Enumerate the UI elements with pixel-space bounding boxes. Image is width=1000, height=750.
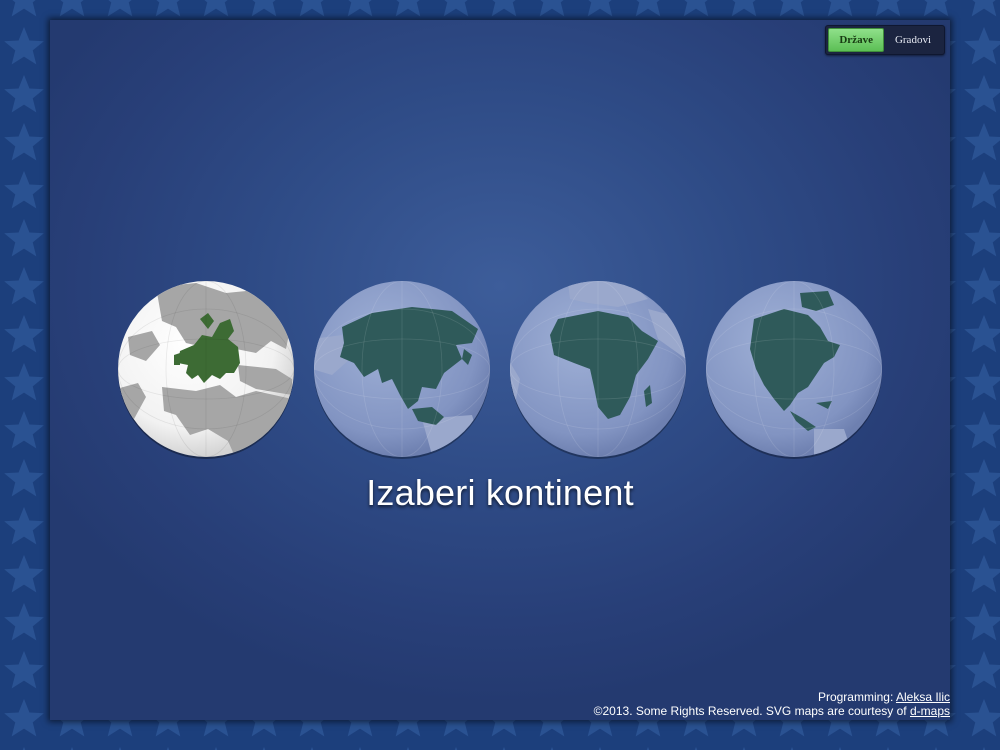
cities-toggle-button[interactable]: Gradovi — [884, 28, 942, 52]
africa-globe-icon — [510, 281, 686, 459]
main-panel: Države Gradovi Izaberi kontinent Program… — [50, 20, 950, 720]
page-title: Izaberi kontinent — [366, 472, 634, 513]
asia-globe-icon — [314, 281, 490, 459]
programming-credit-line: Programming: Aleksa Ilic — [594, 690, 950, 704]
countries-toggle-button[interactable]: Države — [828, 28, 884, 52]
mode-toggle: Države Gradovi — [825, 25, 945, 55]
credits: Programming: Aleksa Ilic ©2013. Some Rig… — [594, 690, 950, 718]
author-link[interactable]: Aleksa Ilic — [896, 690, 950, 704]
programming-label: Programming: — [817, 690, 896, 704]
copyright-text: ©2013. Some Rights Reserved. SVG maps ar… — [593, 704, 910, 718]
north-america-globe-button[interactable] — [704, 279, 884, 459]
africa-globe-button[interactable] — [508, 279, 688, 459]
copyright-line: ©2013. Some Rights Reserved. SVG maps ar… — [594, 704, 950, 718]
d-maps-link[interactable]: d-maps — [910, 704, 950, 718]
north-america-globe-icon — [706, 281, 882, 459]
europe-globe-button[interactable] — [116, 279, 296, 459]
europe-globe-icon — [118, 281, 294, 459]
asia-globe-button[interactable] — [312, 279, 492, 459]
